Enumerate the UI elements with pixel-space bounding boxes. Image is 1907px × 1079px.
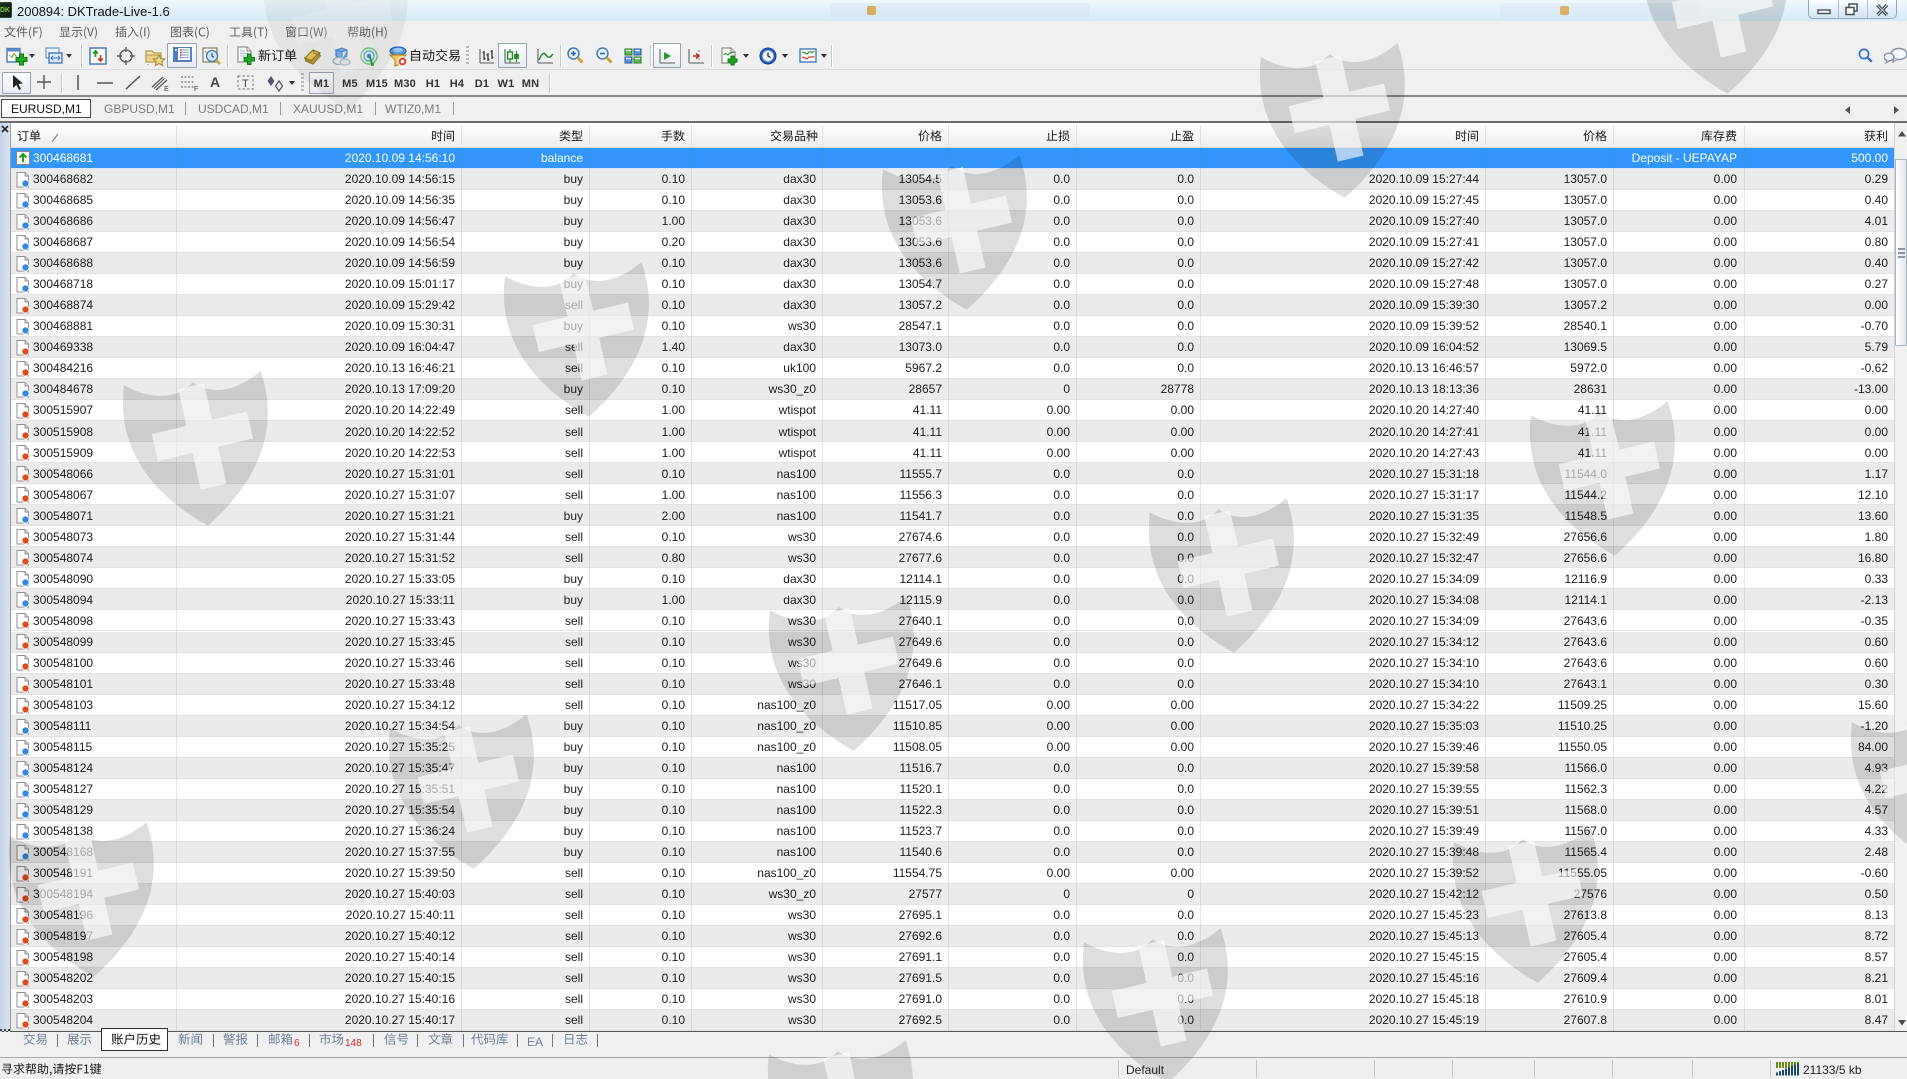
svg-text:E: E bbox=[164, 86, 169, 92]
svg-text:T: T bbox=[242, 78, 249, 90]
svg-text:F: F bbox=[194, 86, 198, 92]
